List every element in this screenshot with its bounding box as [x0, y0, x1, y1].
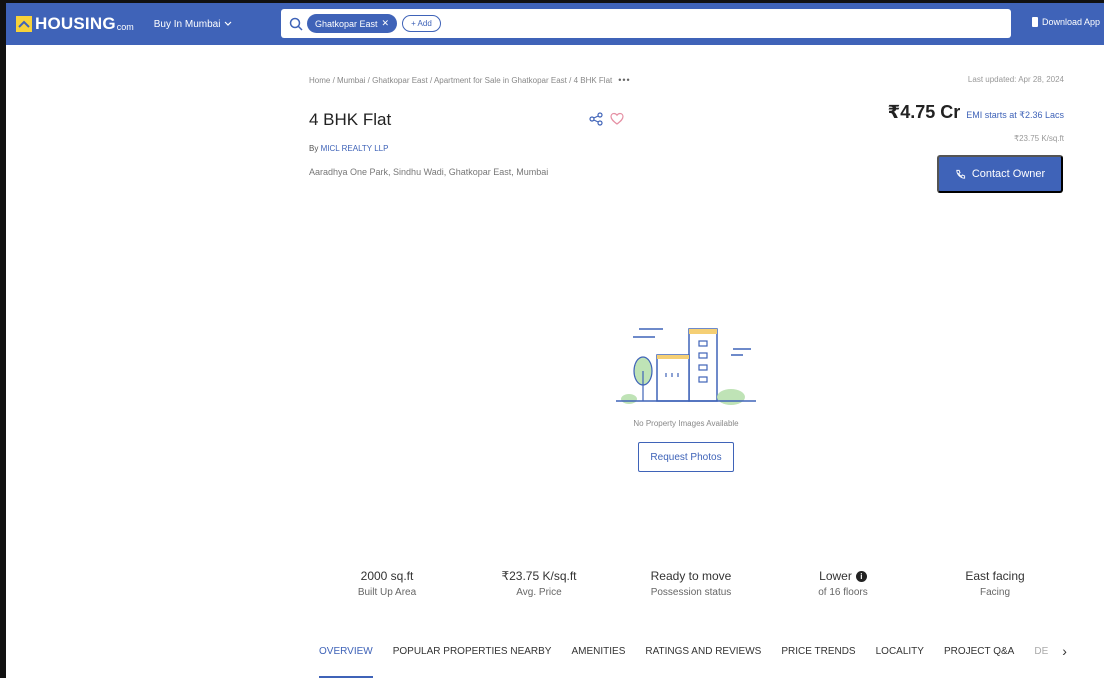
- tab-price-trends[interactable]: PRICE TRENDS: [781, 646, 855, 657]
- property-price: ₹4.75 Cr: [887, 102, 961, 122]
- request-photos-button[interactable]: Request Photos: [638, 442, 734, 472]
- stat-floor: Lower i of 16 floors: [767, 569, 919, 598]
- logo-icon: [16, 16, 32, 32]
- stat-label: Facing: [979, 587, 1010, 598]
- breadcrumb[interactable]: Home / Mumbai / Ghatkopar East / Apartme…: [309, 75, 631, 85]
- close-icon[interactable]: ✕: [382, 18, 390, 29]
- city-selector-label: Buy In Mumbai: [153, 18, 221, 30]
- download-app-link[interactable]: Download App: [1031, 17, 1100, 27]
- stat-value: ₹23.75 K/sq.ft: [501, 569, 577, 583]
- stat-label: of 16 floors: [818, 587, 868, 598]
- page-frame: HOUSING com Buy In Mumbai Ghatkopar East…: [0, 0, 1104, 678]
- stat-value: 2000 sq.ft: [360, 569, 414, 583]
- emi-link[interactable]: EMI starts at ₹2.36 Lacs: [966, 110, 1064, 121]
- tab-project-qa[interactable]: PROJECT Q&A: [944, 646, 1014, 657]
- property-address: Aaradhya One Park, Sindhu Wadi, Ghatkopa…: [309, 167, 549, 177]
- tab-amenities[interactable]: AMENITIES: [571, 646, 625, 657]
- phone-call-icon: [956, 169, 965, 179]
- chevron-down-icon: [225, 21, 232, 26]
- phone-icon: [1031, 17, 1038, 27]
- stat-value: Lower: [819, 569, 852, 583]
- share-icon[interactable]: [589, 112, 603, 126]
- search-chip[interactable]: Ghatkopar East ✕: [307, 14, 398, 33]
- contact-owner-button[interactable]: Contact Owner: [937, 155, 1063, 193]
- stat-label: Avg. Price: [516, 587, 562, 598]
- property-stats: 2000 sq.ft Built Up Area ₹23.75 K/sq.ft …: [311, 569, 1073, 598]
- stat-value-floor: Lower i: [767, 569, 919, 583]
- top-navbar: HOUSING com Buy In Mumbai Ghatkopar East…: [6, 3, 1104, 45]
- tab-popular-properties[interactable]: POPULAR PROPERTIES NEARBY: [393, 646, 552, 657]
- developer-line: By MICL REALTY LLP: [309, 144, 388, 153]
- stat-label: Built Up Area: [357, 587, 417, 598]
- heart-icon[interactable]: [610, 112, 624, 126]
- section-tabs: OVERVIEW POPULAR PROPERTIES NEARBY AMENI…: [319, 643, 1067, 678]
- stat-facing: East facing Facing: [919, 569, 1071, 598]
- search-icon: [289, 17, 303, 31]
- housing-logo[interactable]: HOUSING com: [16, 14, 134, 34]
- info-icon[interactable]: i: [855, 570, 867, 582]
- download-app-label: Download App: [1041, 17, 1100, 27]
- tab-locality[interactable]: LOCALITY: [876, 646, 924, 657]
- stat-label: Possession status: [650, 587, 732, 598]
- price-per-sqft: ₹23.75 K/sq.ft: [1013, 134, 1064, 143]
- search-bar[interactable]: Ghatkopar East ✕ + Add: [281, 9, 1011, 38]
- stat-value: Ready to move: [650, 569, 732, 583]
- stat-avg-price: ₹23.75 K/sq.ft Avg. Price: [463, 569, 615, 598]
- tab-details[interactable]: DE: [1034, 646, 1048, 657]
- page-title: 4 BHK Flat: [309, 110, 392, 129]
- logo-text: HOUSING: [35, 14, 116, 33]
- city-selector[interactable]: Buy In Mumbai: [154, 19, 233, 30]
- breadcrumb-path[interactable]: Home / Mumbai / Ghatkopar East / Apartme…: [309, 76, 612, 85]
- logo-suffix: com: [116, 21, 134, 32]
- chevron-right-icon[interactable]: ›: [1062, 643, 1067, 659]
- contact-owner-label: Contact Owner: [971, 168, 1046, 180]
- developer-link[interactable]: MICL REALTY LLP: [321, 144, 389, 153]
- tab-overview[interactable]: OVERVIEW: [319, 646, 373, 678]
- more-icon[interactable]: •••: [618, 75, 630, 85]
- last-updated: Last updated: Apr 28, 2024: [967, 75, 1064, 84]
- search-chip-label: Ghatkopar East: [315, 18, 378, 29]
- stat-built-up-area: 2000 sq.ft Built Up Area: [311, 569, 463, 598]
- tab-ratings-reviews[interactable]: RATINGS AND REVIEWS: [645, 646, 761, 657]
- stat-value: East facing: [965, 569, 1025, 583]
- building-illustration-icon: [616, 328, 756, 405]
- no-images-text: No Property Images Available: [633, 419, 739, 428]
- stat-possession: Ready to move Possession status: [615, 569, 767, 598]
- add-locality-button[interactable]: + Add: [402, 15, 441, 32]
- price-row: ₹4.75 Cr EMI starts at ₹2.36 Lacs: [888, 102, 1064, 123]
- developer-prefix: By: [309, 144, 319, 153]
